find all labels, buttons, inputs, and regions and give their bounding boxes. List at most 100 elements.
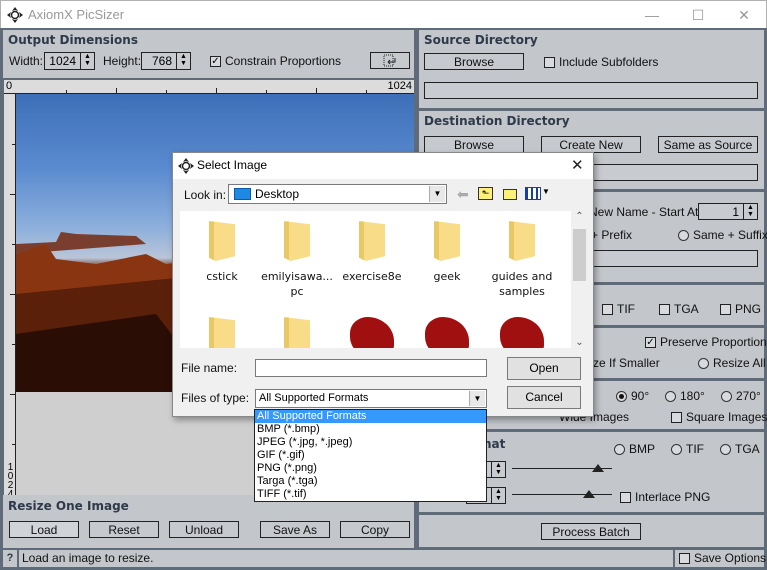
include-subfolders-checkbox[interactable] bbox=[544, 57, 555, 68]
dialog-close-icon[interactable]: ✕ bbox=[571, 156, 584, 174]
create-new-button[interactable]: Create New bbox=[541, 136, 641, 153]
file-item-label: cstick bbox=[206, 270, 238, 283]
height-spinner[interactable]: 768 ▲ ▼ bbox=[141, 52, 191, 70]
tga-radio[interactable] bbox=[720, 444, 731, 455]
spin-arrows-icon[interactable]: ▲ ▼ bbox=[80, 53, 94, 69]
back-arrow-icon[interactable]: ⬅ bbox=[457, 186, 469, 203]
png-checkbox[interactable] bbox=[720, 304, 731, 315]
maximize-icon: ☐ bbox=[691, 6, 705, 23]
resize-all-label: Resize All bbox=[713, 356, 766, 370]
bmp-label: BMP bbox=[629, 442, 656, 456]
unload-button[interactable]: Unload bbox=[169, 521, 239, 538]
cancel-button[interactable]: Cancel bbox=[507, 386, 581, 409]
dialog-title-bar: Select Image ✕ bbox=[173, 153, 593, 179]
file-item[interactable]: exercise8e bbox=[335, 221, 409, 284]
ruler-start: 0 bbox=[6, 80, 13, 92]
file-list[interactable]: cstick emilyisawa... pc exercise8e geek guid… bbox=[180, 211, 575, 348]
minimize-button[interactable]: — bbox=[629, 1, 675, 29]
chevron-down-icon[interactable]: ▼ bbox=[429, 186, 445, 202]
new-folder-icon[interactable] bbox=[503, 189, 517, 200]
file-item[interactable]: cstick bbox=[185, 221, 259, 284]
save-as-button[interactable]: Save As bbox=[260, 521, 330, 538]
swap-dimensions-button[interactable] bbox=[370, 52, 410, 69]
file-name-input[interactable] bbox=[255, 359, 487, 377]
minimize-icon: — bbox=[645, 7, 659, 23]
file-item[interactable]: emilyisawa... pc bbox=[260, 221, 334, 299]
source-path-field[interactable] bbox=[424, 82, 758, 99]
file-item[interactable] bbox=[410, 317, 484, 348]
prefix-label: + Prefix bbox=[591, 228, 633, 242]
tif-format-label: TIF bbox=[686, 442, 704, 456]
constrain-checkbox[interactable]: ✓ bbox=[210, 56, 221, 67]
start-at-value: 1 bbox=[732, 205, 739, 219]
png-compression-slider[interactable] bbox=[512, 494, 612, 495]
folder-icon bbox=[209, 221, 235, 261]
reset-button[interactable]: Reset bbox=[89, 521, 159, 538]
file-item[interactable] bbox=[335, 317, 409, 348]
file-item[interactable] bbox=[185, 317, 259, 348]
file-type-option[interactable]: JPEG (*.jpg, *.jpeg) bbox=[255, 436, 486, 449]
scrollbar-thumb[interactable] bbox=[573, 229, 586, 281]
file-type-option[interactable]: All Supported Formats bbox=[255, 410, 486, 423]
view-menu-icon[interactable] bbox=[525, 187, 541, 200]
spin-arrows-icon[interactable]: ▲ ▼ bbox=[743, 204, 757, 219]
tga-checkbox[interactable] bbox=[659, 304, 670, 315]
same-suffix-radio[interactable] bbox=[678, 230, 689, 241]
resize-all-radio[interactable] bbox=[698, 358, 709, 369]
folder-icon bbox=[209, 317, 235, 348]
save-options-checkbox[interactable] bbox=[679, 553, 690, 564]
file-item[interactable] bbox=[485, 317, 559, 348]
file-item[interactable] bbox=[260, 317, 334, 348]
spin-arrows-icon[interactable]: ▲ ▼ bbox=[491, 488, 505, 503]
jpeg-quality-slider-thumb[interactable] bbox=[592, 464, 604, 472]
file-item[interactable]: geek bbox=[410, 221, 484, 284]
destination-browse-button[interactable]: Browse bbox=[424, 136, 524, 153]
close-button[interactable]: ✕ bbox=[721, 1, 767, 29]
height-label: Height: bbox=[103, 54, 142, 68]
process-batch-button[interactable]: Process Batch bbox=[541, 523, 641, 540]
spin-arrows-icon[interactable]: ▲ ▼ bbox=[491, 462, 505, 477]
maximize-button[interactable]: ☐ bbox=[675, 1, 721, 29]
tif-radio[interactable] bbox=[671, 444, 682, 455]
file-type-option[interactable]: TIFF (*.tif) bbox=[255, 488, 486, 501]
load-button[interactable]: Load bbox=[9, 521, 79, 538]
file-list-scrollbar[interactable]: ⌃ ⌄ bbox=[571, 211, 588, 348]
folder-icon bbox=[284, 221, 310, 261]
scroll-down-icon[interactable]: ⌄ bbox=[573, 337, 586, 348]
source-browse-button[interactable]: Browse bbox=[424, 53, 524, 70]
png-compression-slider-thumb[interactable] bbox=[583, 490, 595, 498]
file-item[interactable]: guides and samples bbox=[485, 221, 559, 299]
open-button[interactable]: Open bbox=[507, 357, 581, 380]
rotate-270-radio[interactable] bbox=[721, 391, 732, 402]
file-type-option[interactable]: BMP (*.bmp) bbox=[255, 423, 486, 436]
tif-checkbox[interactable] bbox=[602, 304, 613, 315]
spin-arrows-icon[interactable]: ▲ ▼ bbox=[176, 53, 190, 69]
start-at-spinner[interactable]: 1 ▲ ▼ bbox=[698, 203, 758, 220]
interlace-png-checkbox[interactable] bbox=[620, 492, 631, 503]
output-dimensions-panel: Output Dimensions Width: 1024 ▲ ▼ Height:… bbox=[3, 30, 414, 78]
bmp-radio[interactable] bbox=[614, 444, 625, 455]
width-spinner[interactable]: 1024 ▲ ▼ bbox=[44, 52, 95, 70]
file-type-option[interactable]: Targa (*.tga) bbox=[255, 475, 486, 488]
ruler-tick bbox=[10, 394, 15, 395]
rotate-90-radio[interactable] bbox=[616, 391, 627, 402]
help-button[interactable]: ? bbox=[3, 550, 17, 567]
chevron-down-icon[interactable]: ▼ bbox=[469, 391, 485, 406]
width-label: Width: bbox=[9, 54, 44, 68]
preserve-proportions-checkbox[interactable]: ✓ bbox=[645, 337, 656, 348]
scroll-up-icon[interactable]: ⌃ bbox=[573, 211, 586, 222]
image-file-icon bbox=[350, 317, 394, 348]
resize-one-image-title: Resize One Image bbox=[8, 499, 129, 513]
up-folder-icon[interactable]: ⬑ bbox=[478, 187, 493, 200]
file-type-option[interactable]: GIF (*.gif) bbox=[255, 449, 486, 462]
image-file-icon bbox=[500, 317, 544, 348]
copy-button[interactable]: Copy bbox=[340, 521, 410, 538]
rotate-180-radio[interactable] bbox=[665, 391, 676, 402]
file-type-option[interactable]: PNG (*.png) bbox=[255, 462, 486, 475]
square-images-checkbox[interactable] bbox=[671, 412, 682, 423]
files-of-type-dropdown[interactable]: All Supported Formats BMP (*.bmp) JPEG (*.… bbox=[254, 409, 487, 502]
same-as-source-button[interactable]: Same as Source bbox=[658, 136, 758, 153]
look-in-select[interactable]: Desktop ▼ bbox=[228, 184, 447, 204]
view-menu-chevron-icon[interactable]: ▼ bbox=[542, 187, 550, 196]
files-of-type-select[interactable]: All Supported Formats ▼ bbox=[255, 389, 487, 408]
